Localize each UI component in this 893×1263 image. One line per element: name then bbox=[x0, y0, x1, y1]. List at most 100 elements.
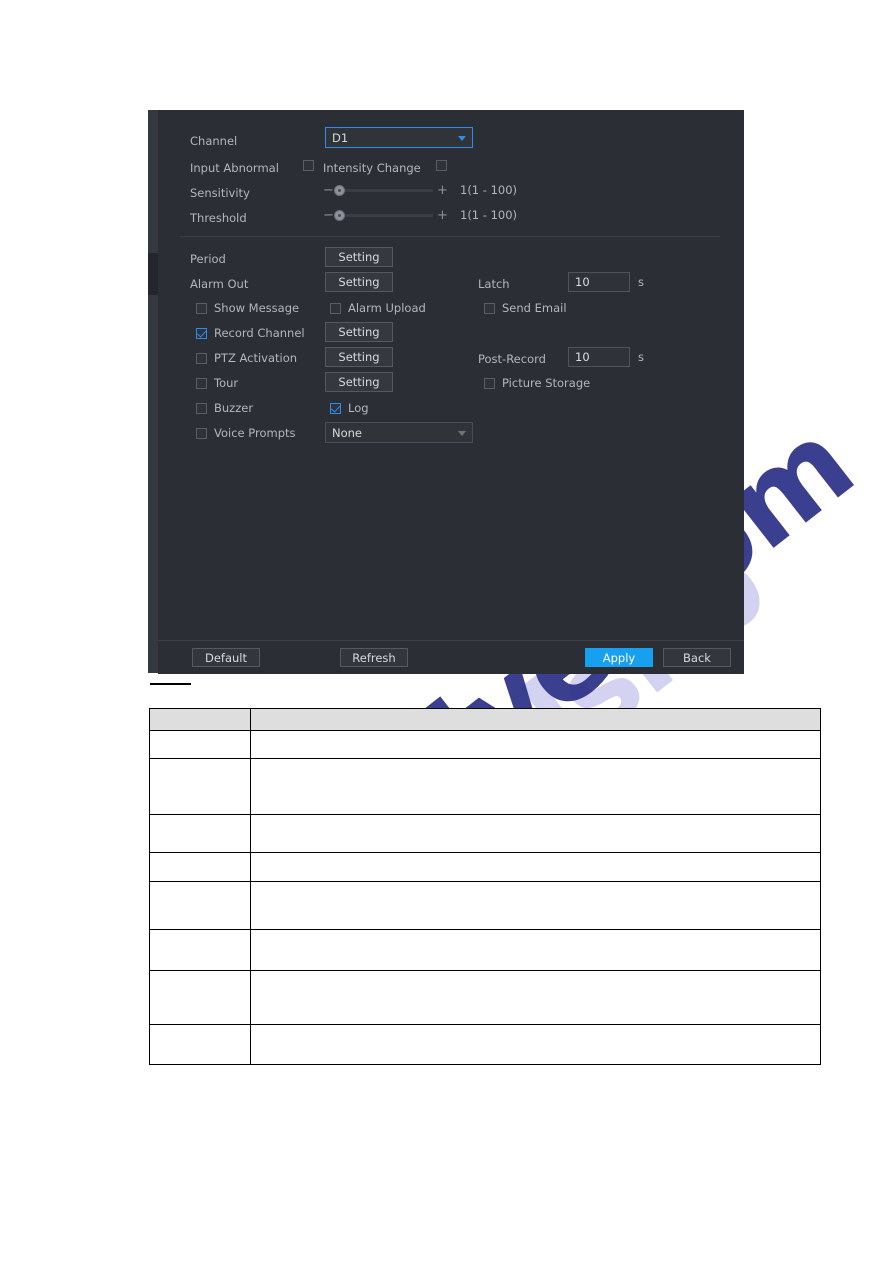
latch-input-value: 10 bbox=[575, 275, 590, 289]
post-record-unit-label: s bbox=[638, 350, 644, 364]
default-button[interactable]: Default bbox=[192, 648, 260, 667]
table-header-parameter bbox=[149, 708, 251, 731]
voice-prompts-checkbox[interactable] bbox=[196, 427, 207, 439]
table-cell-parameter bbox=[149, 814, 251, 853]
dialog-body: Channel D1 Input Abnormal Intensity Chan… bbox=[158, 110, 744, 637]
channel-label-wrap: Channel bbox=[190, 128, 320, 153]
caption-underline bbox=[150, 683, 191, 685]
tour-label: Tour bbox=[214, 376, 239, 390]
default-button-label: Default bbox=[204, 650, 248, 665]
dialog-left-scrollbar[interactable] bbox=[148, 110, 158, 673]
refresh-button-label: Refresh bbox=[352, 650, 396, 665]
show-message-label: Show Message bbox=[214, 301, 300, 315]
input-abnormal-label-wrap: Input Abnormal bbox=[190, 155, 320, 180]
voice-prompts-row[interactable]: Voice Prompts bbox=[196, 426, 296, 440]
chevron-down-icon bbox=[458, 135, 466, 141]
record-channel-row[interactable]: Record Channel bbox=[196, 326, 305, 340]
period-label-wrap: Period bbox=[190, 246, 320, 271]
input-abnormal-label: Input Abnormal bbox=[190, 160, 279, 175]
send-email-checkbox[interactable] bbox=[484, 302, 495, 314]
table-cell-description bbox=[250, 929, 821, 971]
table-cell-description bbox=[250, 814, 821, 853]
apply-button[interactable]: Apply bbox=[585, 648, 653, 667]
post-record-input[interactable]: 10 bbox=[568, 347, 630, 367]
table-cell-parameter bbox=[149, 730, 251, 759]
alarm-out-setting-button-label: Setting bbox=[338, 275, 380, 289]
latch-label-wrap: Latch bbox=[478, 271, 510, 296]
record-channel-setting-button[interactable]: Setting bbox=[325, 322, 393, 342]
tour-checkbox[interactable] bbox=[196, 377, 207, 389]
section-divider bbox=[180, 236, 720, 237]
table-row bbox=[149, 1024, 821, 1065]
threshold-label: Threshold bbox=[190, 210, 247, 225]
table-cell-description bbox=[250, 970, 821, 1025]
parameter-description-table bbox=[149, 708, 821, 1065]
threshold-range-value: 1(1 - 100) bbox=[460, 208, 518, 222]
table-cell-description bbox=[250, 758, 821, 815]
post-record-input-value: 10 bbox=[575, 350, 590, 364]
apply-button-label: Apply bbox=[602, 650, 636, 665]
threshold-slider[interactable]: − + bbox=[323, 205, 448, 225]
refresh-button[interactable]: Refresh bbox=[340, 648, 408, 667]
threshold-knob[interactable] bbox=[334, 209, 345, 221]
alarm-upload-checkbox[interactable] bbox=[330, 302, 341, 314]
picture-storage-checkbox[interactable] bbox=[484, 377, 495, 389]
table-cell-description bbox=[250, 1024, 821, 1065]
back-button[interactable]: Back bbox=[663, 648, 731, 667]
record-channel-label: Record Channel bbox=[214, 326, 305, 340]
period-setting-button-label: Setting bbox=[338, 250, 380, 264]
log-row[interactable]: Log bbox=[330, 401, 369, 415]
voice-prompts-select[interactable]: None bbox=[325, 422, 473, 443]
tour-setting-button[interactable]: Setting bbox=[325, 372, 393, 392]
back-button-label: Back bbox=[683, 650, 711, 665]
ptz-activation-checkbox[interactable] bbox=[196, 352, 207, 364]
threshold-increase-icon[interactable]: + bbox=[437, 209, 448, 222]
table-cell-description bbox=[250, 730, 821, 759]
buzzer-checkbox[interactable] bbox=[196, 402, 207, 414]
sensitivity-decrease-icon[interactable]: − bbox=[323, 184, 334, 197]
input-abnormal-checkbox[interactable] bbox=[303, 160, 314, 171]
ptz-activation-row[interactable]: PTZ Activation bbox=[196, 351, 297, 365]
alarm-out-setting-button[interactable]: Setting bbox=[325, 272, 393, 292]
send-email-row[interactable]: Send Email bbox=[484, 301, 567, 315]
channel-select[interactable]: D1 bbox=[325, 127, 473, 148]
table-row bbox=[149, 929, 821, 971]
threshold-track[interactable] bbox=[334, 209, 433, 221]
period-setting-button[interactable]: Setting bbox=[325, 247, 393, 267]
sensitivity-increase-icon[interactable]: + bbox=[437, 184, 448, 197]
table-cell-parameter bbox=[149, 758, 251, 815]
alarm-settings-dialog: Channel D1 Input Abnormal Intensity Chan… bbox=[148, 110, 744, 674]
tour-row[interactable]: Tour bbox=[196, 376, 238, 390]
threshold-decrease-icon[interactable]: − bbox=[323, 209, 334, 222]
picture-storage-row[interactable]: Picture Storage bbox=[484, 376, 590, 390]
ptz-activation-setting-button[interactable]: Setting bbox=[325, 347, 393, 367]
sensitivity-range-value: 1(1 - 100) bbox=[460, 183, 518, 197]
table-row bbox=[149, 852, 821, 882]
threshold-label-wrap: Threshold bbox=[190, 205, 320, 230]
dialog-footer: Default Refresh Apply Back bbox=[158, 640, 744, 674]
sensitivity-knob[interactable] bbox=[334, 184, 345, 196]
intensity-change-checkbox[interactable] bbox=[436, 160, 447, 171]
show-message-checkbox[interactable] bbox=[196, 302, 207, 314]
buzzer-row[interactable]: Buzzer bbox=[196, 401, 253, 415]
channel-label: Channel bbox=[190, 133, 238, 148]
sensitivity-track[interactable] bbox=[334, 184, 433, 196]
voice-prompts-label: Voice Prompts bbox=[214, 426, 296, 440]
chevron-down-icon bbox=[458, 430, 466, 436]
dialog-left-scrollbar-thumb[interactable] bbox=[148, 253, 158, 295]
alarm-upload-row[interactable]: Alarm Upload bbox=[330, 301, 426, 315]
table-row bbox=[149, 970, 821, 1025]
post-record-label-wrap: Post-Record bbox=[478, 346, 546, 371]
record-channel-checkbox[interactable] bbox=[196, 327, 207, 339]
latch-input[interactable]: 10 bbox=[568, 272, 630, 292]
table-cell-description bbox=[250, 852, 821, 882]
sensitivity-label: Sensitivity bbox=[190, 185, 250, 200]
latch-label: Latch bbox=[478, 276, 510, 291]
picture-storage-label: Picture Storage bbox=[502, 376, 591, 390]
record-channel-setting-button-label: Setting bbox=[338, 325, 380, 339]
sensitivity-slider[interactable]: − + bbox=[323, 180, 448, 200]
show-message-row[interactable]: Show Message bbox=[196, 301, 299, 315]
tour-setting-button-label: Setting bbox=[338, 375, 380, 389]
period-label: Period bbox=[190, 251, 226, 266]
log-checkbox[interactable] bbox=[330, 402, 341, 414]
